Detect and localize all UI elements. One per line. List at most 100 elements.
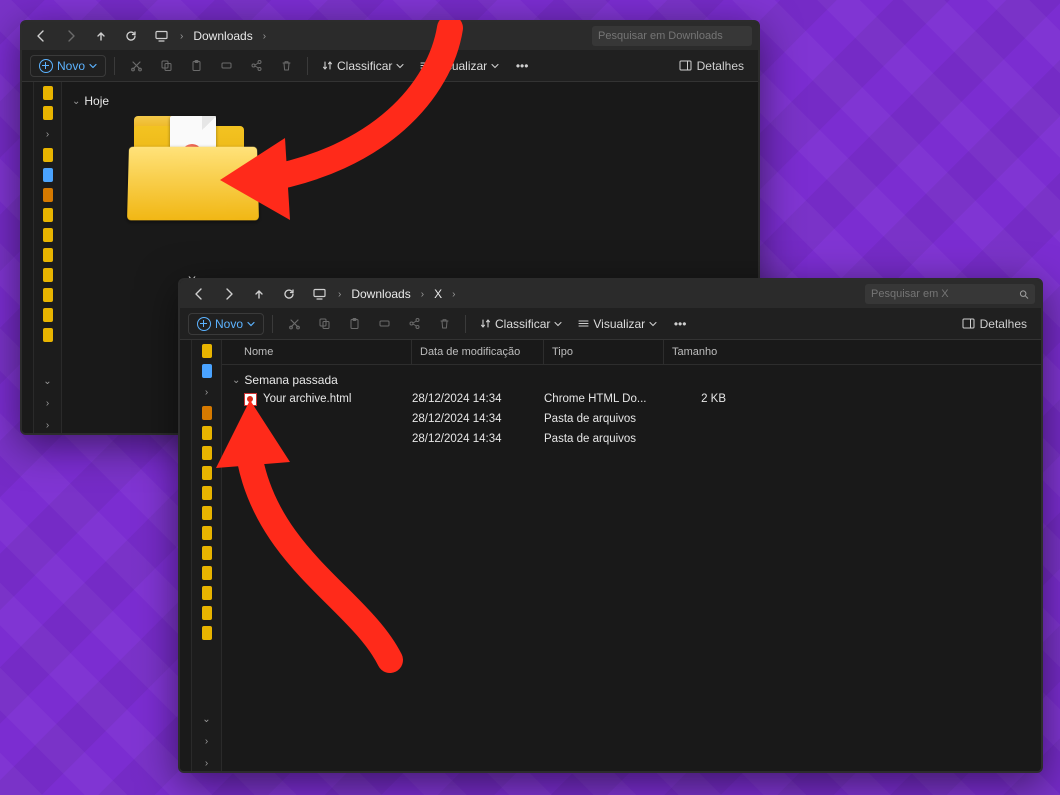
group-header[interactable]: ⌄ Hoje [72, 90, 748, 112]
nav-item[interactable] [202, 406, 212, 420]
scroll-gutter [180, 340, 192, 771]
folder-icon [244, 433, 257, 446]
breadcrumb-downloads[interactable]: Downloads [189, 27, 256, 45]
paste-icon[interactable] [341, 313, 367, 335]
expand-chevron-icon[interactable]: ⌄ [192, 711, 221, 727]
this-pc-icon[interactable] [306, 283, 332, 305]
view-button[interactable]: Visualizar [414, 57, 505, 75]
refresh-button[interactable] [118, 25, 144, 47]
paste-icon[interactable] [183, 55, 209, 77]
nav-item[interactable] [202, 466, 212, 480]
chevron-down-icon [396, 62, 404, 70]
breadcrumb-downloads[interactable]: Downloads [347, 285, 414, 303]
up-button[interactable] [88, 25, 114, 47]
rename-icon[interactable] [371, 313, 397, 335]
back-button[interactable] [28, 25, 54, 47]
nav-item[interactable] [202, 446, 212, 460]
new-button[interactable]: Novo [188, 313, 264, 335]
nav-item[interactable] [43, 288, 53, 302]
share-icon[interactable] [401, 313, 427, 335]
forward-button[interactable] [58, 25, 84, 47]
more-icon[interactable]: ••• [509, 55, 535, 77]
nav-item[interactable] [43, 328, 53, 342]
column-headers[interactable]: Nome Data de modificação Tipo Tamanho [222, 340, 1041, 365]
back-button[interactable] [186, 283, 212, 305]
expand-chevron-icon[interactable]: › [34, 126, 61, 142]
folder-item[interactable]: X [118, 120, 268, 220]
share-icon[interactable] [243, 55, 269, 77]
details-label: Detalhes [697, 59, 744, 73]
search-box[interactable] [865, 284, 1035, 304]
forward-button[interactable] [216, 283, 242, 305]
nav-item[interactable] [202, 526, 212, 540]
search-input[interactable] [598, 30, 740, 42]
search-box[interactable] [592, 26, 752, 46]
nav-tree[interactable]: › ⌄ › › [192, 340, 222, 771]
nav-item[interactable] [202, 506, 212, 520]
group-header[interactable]: ⌄ Semana passada [222, 369, 1041, 389]
nav-item[interactable] [43, 268, 53, 282]
sort-button[interactable]: Classificar [316, 57, 410, 75]
nav-item[interactable] [202, 364, 212, 378]
expand-chevron-icon[interactable]: › [192, 384, 221, 400]
nav-tree[interactable]: › ⌄ › › [34, 82, 62, 433]
file-type: Chrome HTML Do... [544, 393, 664, 405]
search-input[interactable] [871, 288, 1013, 300]
expand-chevron-icon[interactable]: › [34, 417, 61, 433]
column-size[interactable]: Tamanho [664, 340, 734, 364]
nav-item[interactable] [202, 586, 212, 600]
this-pc-icon[interactable] [148, 25, 174, 47]
breadcrumb-x[interactable]: X [430, 285, 446, 303]
nav-item[interactable] [43, 228, 53, 242]
details-pane-icon [962, 318, 975, 329]
nav-item[interactable] [43, 86, 53, 100]
cut-icon[interactable] [281, 313, 307, 335]
view-label: Visualizar [435, 59, 487, 73]
up-button[interactable] [246, 283, 272, 305]
expand-chevron-icon[interactable]: › [192, 755, 221, 771]
expand-chevron-icon[interactable]: › [192, 733, 221, 749]
details-pane-button[interactable]: Detalhes [673, 57, 750, 75]
copy-icon[interactable] [153, 55, 179, 77]
sort-button[interactable]: Classificar [474, 315, 568, 333]
expand-chevron-icon[interactable]: ⌄ [34, 373, 61, 389]
breadcrumb-sep: › [261, 31, 268, 42]
expand-chevron-icon[interactable]: › [34, 395, 61, 411]
nav-item[interactable] [202, 546, 212, 560]
file-row[interactable]: 28/12/2024 14:34Pasta de arquivos [222, 429, 1041, 449]
delete-icon[interactable] [431, 313, 457, 335]
nav-item[interactable] [43, 248, 53, 262]
view-button[interactable]: Visualizar [572, 315, 663, 333]
nav-item[interactable] [202, 486, 212, 500]
new-button[interactable]: Novo [30, 55, 106, 77]
nav-item[interactable] [43, 188, 53, 202]
file-modified: 28/12/2024 14:34 [412, 433, 544, 445]
refresh-button[interactable] [276, 283, 302, 305]
file-type: Pasta de arquivos [544, 413, 664, 425]
nav-item[interactable] [202, 426, 212, 440]
details-pane-button[interactable]: Detalhes [956, 315, 1033, 333]
nav-item[interactable] [43, 148, 53, 162]
folder-view[interactable]: Nome Data de modificação Tipo Tamanho ⌄ … [222, 340, 1041, 771]
nav-item[interactable] [43, 106, 53, 120]
sort-label: Classificar [337, 59, 392, 73]
more-icon[interactable]: ••• [667, 313, 693, 335]
copy-icon[interactable] [311, 313, 337, 335]
delete-icon[interactable] [273, 55, 299, 77]
nav-item[interactable] [202, 566, 212, 580]
breadcrumb-sep: › [178, 31, 185, 42]
nav-item[interactable] [43, 308, 53, 322]
cut-icon[interactable] [123, 55, 149, 77]
file-row[interactable]: 28/12/2024 14:34Pasta de arquivos [222, 409, 1041, 429]
file-row[interactable]: Your archive.html28/12/2024 14:34Chrome … [222, 389, 1041, 409]
rename-icon[interactable] [213, 55, 239, 77]
column-modified[interactable]: Data de modificação [412, 340, 544, 364]
nav-item[interactable] [202, 606, 212, 620]
column-name[interactable]: Nome [222, 340, 412, 364]
nav-item[interactable] [202, 344, 212, 358]
nav-item[interactable] [43, 208, 53, 222]
nav-item[interactable] [43, 168, 53, 182]
nav-item[interactable] [202, 626, 212, 640]
column-type[interactable]: Tipo [544, 340, 664, 364]
breadcrumb-sep: › [419, 289, 426, 300]
